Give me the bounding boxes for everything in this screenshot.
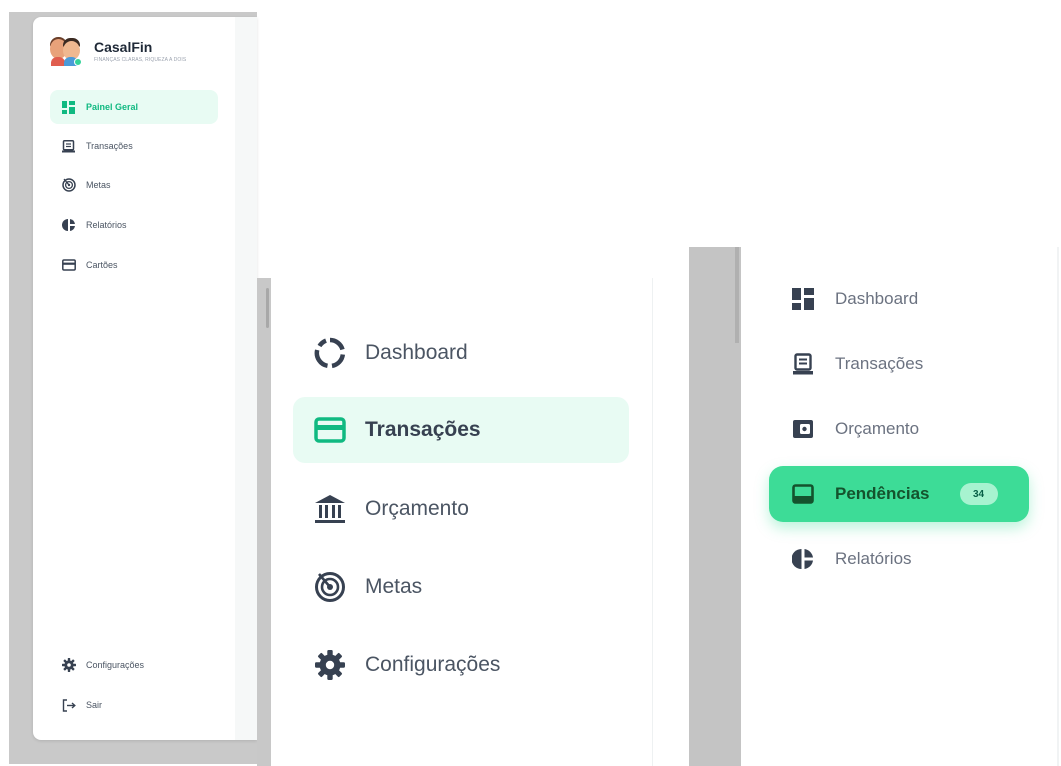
- sidebar-item-label: Metas: [86, 180, 111, 190]
- sidebar-item-painel-geral[interactable]: Painel Geral: [50, 90, 218, 124]
- sidebar-item-label: Transações: [835, 354, 924, 373]
- pie-chart-icon: [61, 218, 76, 233]
- pending-count-badge: 34: [959, 483, 998, 505]
- sidebar-a-content-edge: [235, 17, 257, 740]
- gear-icon: [313, 648, 347, 682]
- sidebar-c-item-pendencias[interactable]: Pendências 34: [769, 466, 1029, 522]
- screenshot-stage: CasalFin FINANÇAS CLARAS, RIQUEZA A DOIS…: [0, 0, 1061, 766]
- sidebar-item-metas[interactable]: Metas: [50, 168, 218, 202]
- credit-card-icon: [313, 413, 347, 447]
- sidebar-a: [33, 17, 257, 740]
- brand-tagline: FINANÇAS CLARAS, RIQUEZA A DOIS: [94, 56, 187, 63]
- sidebar-item-label: Relatórios: [86, 220, 127, 230]
- target-icon: [313, 570, 347, 604]
- grid-icon: [791, 287, 815, 311]
- sidebar-item-label: Painel Geral: [86, 102, 139, 112]
- sidebar-c-item-relatorios[interactable]: Relatórios: [769, 531, 1029, 587]
- sidebar-item-label: Orçamento: [835, 419, 920, 438]
- scrollbar-thumb[interactable]: [266, 288, 269, 328]
- logout-icon: [61, 698, 76, 713]
- inbox-icon: [791, 482, 815, 506]
- panel-c-scrollbar[interactable]: [689, 247, 741, 766]
- sidebar-item-label: Configurações: [365, 653, 501, 676]
- sidebar-c-content-edge: [1057, 247, 1059, 766]
- panel-b-scrollbar[interactable]: [257, 278, 271, 766]
- sidebar-item-sair[interactable]: Sair: [50, 688, 218, 722]
- pie-chart-icon: [791, 547, 815, 571]
- sidebar-item-cartoes[interactable]: Cartões: [50, 248, 218, 282]
- sidebar-b-item-configuracoes[interactable]: Configurações: [293, 632, 629, 698]
- sidebar-item-label: Dashboard: [835, 289, 919, 308]
- sidebar-c-item-transacoes[interactable]: Transações: [769, 336, 1029, 392]
- sidebar-item-label: Metas: [365, 575, 423, 598]
- sidebar-item-label: Relatórios: [835, 549, 912, 568]
- sidebar-b-item-metas[interactable]: Metas: [293, 554, 629, 620]
- sidebar-b-item-orcamento[interactable]: Orçamento: [293, 476, 629, 542]
- sidebar-item-label: Dashboard: [365, 341, 468, 364]
- brand-header[interactable]: CasalFin FINANÇAS CLARAS, RIQUEZA A DOIS: [50, 35, 186, 67]
- sidebar-b-item-transacoes[interactable]: Transações: [293, 397, 629, 463]
- wallet-icon: [791, 417, 815, 441]
- credit-card-icon: [61, 258, 76, 273]
- target-icon: [61, 178, 76, 193]
- sidebar-item-label: Orçamento: [365, 497, 469, 520]
- brand-name: CasalFin: [94, 38, 153, 55]
- receipt-icon: [61, 139, 76, 154]
- sidebar-item-label: Sair: [86, 700, 103, 710]
- sidebar-b-item-dashboard[interactable]: Dashboard: [293, 320, 629, 386]
- sidebar-item-transacoes[interactable]: Transações: [50, 129, 218, 163]
- receipt-icon: [791, 352, 815, 376]
- sidebar-item-label: Configurações: [86, 660, 145, 670]
- sidebar-c-item-orcamento[interactable]: Orçamento: [769, 401, 1029, 457]
- grid-icon: [61, 100, 76, 115]
- sidebar-item-label: Cartões: [86, 260, 118, 270]
- ring-chart-icon: [313, 336, 347, 370]
- scrollbar-thumb[interactable]: [735, 247, 739, 343]
- sidebar-item-relatorios[interactable]: Relatórios: [50, 208, 218, 242]
- bank-icon: [313, 492, 347, 526]
- sidebar-item-label: Transações: [365, 418, 481, 441]
- sidebar-item-label: Transações: [86, 141, 133, 151]
- couple-avatar: [50, 35, 82, 67]
- sidebar-item-configuracoes[interactable]: Configurações: [50, 648, 218, 682]
- sidebar-c-item-dashboard[interactable]: Dashboard: [769, 271, 1029, 327]
- online-status-dot: [74, 58, 82, 66]
- sidebar-item-label: Pendências: [835, 484, 930, 503]
- gear-icon: [61, 658, 76, 673]
